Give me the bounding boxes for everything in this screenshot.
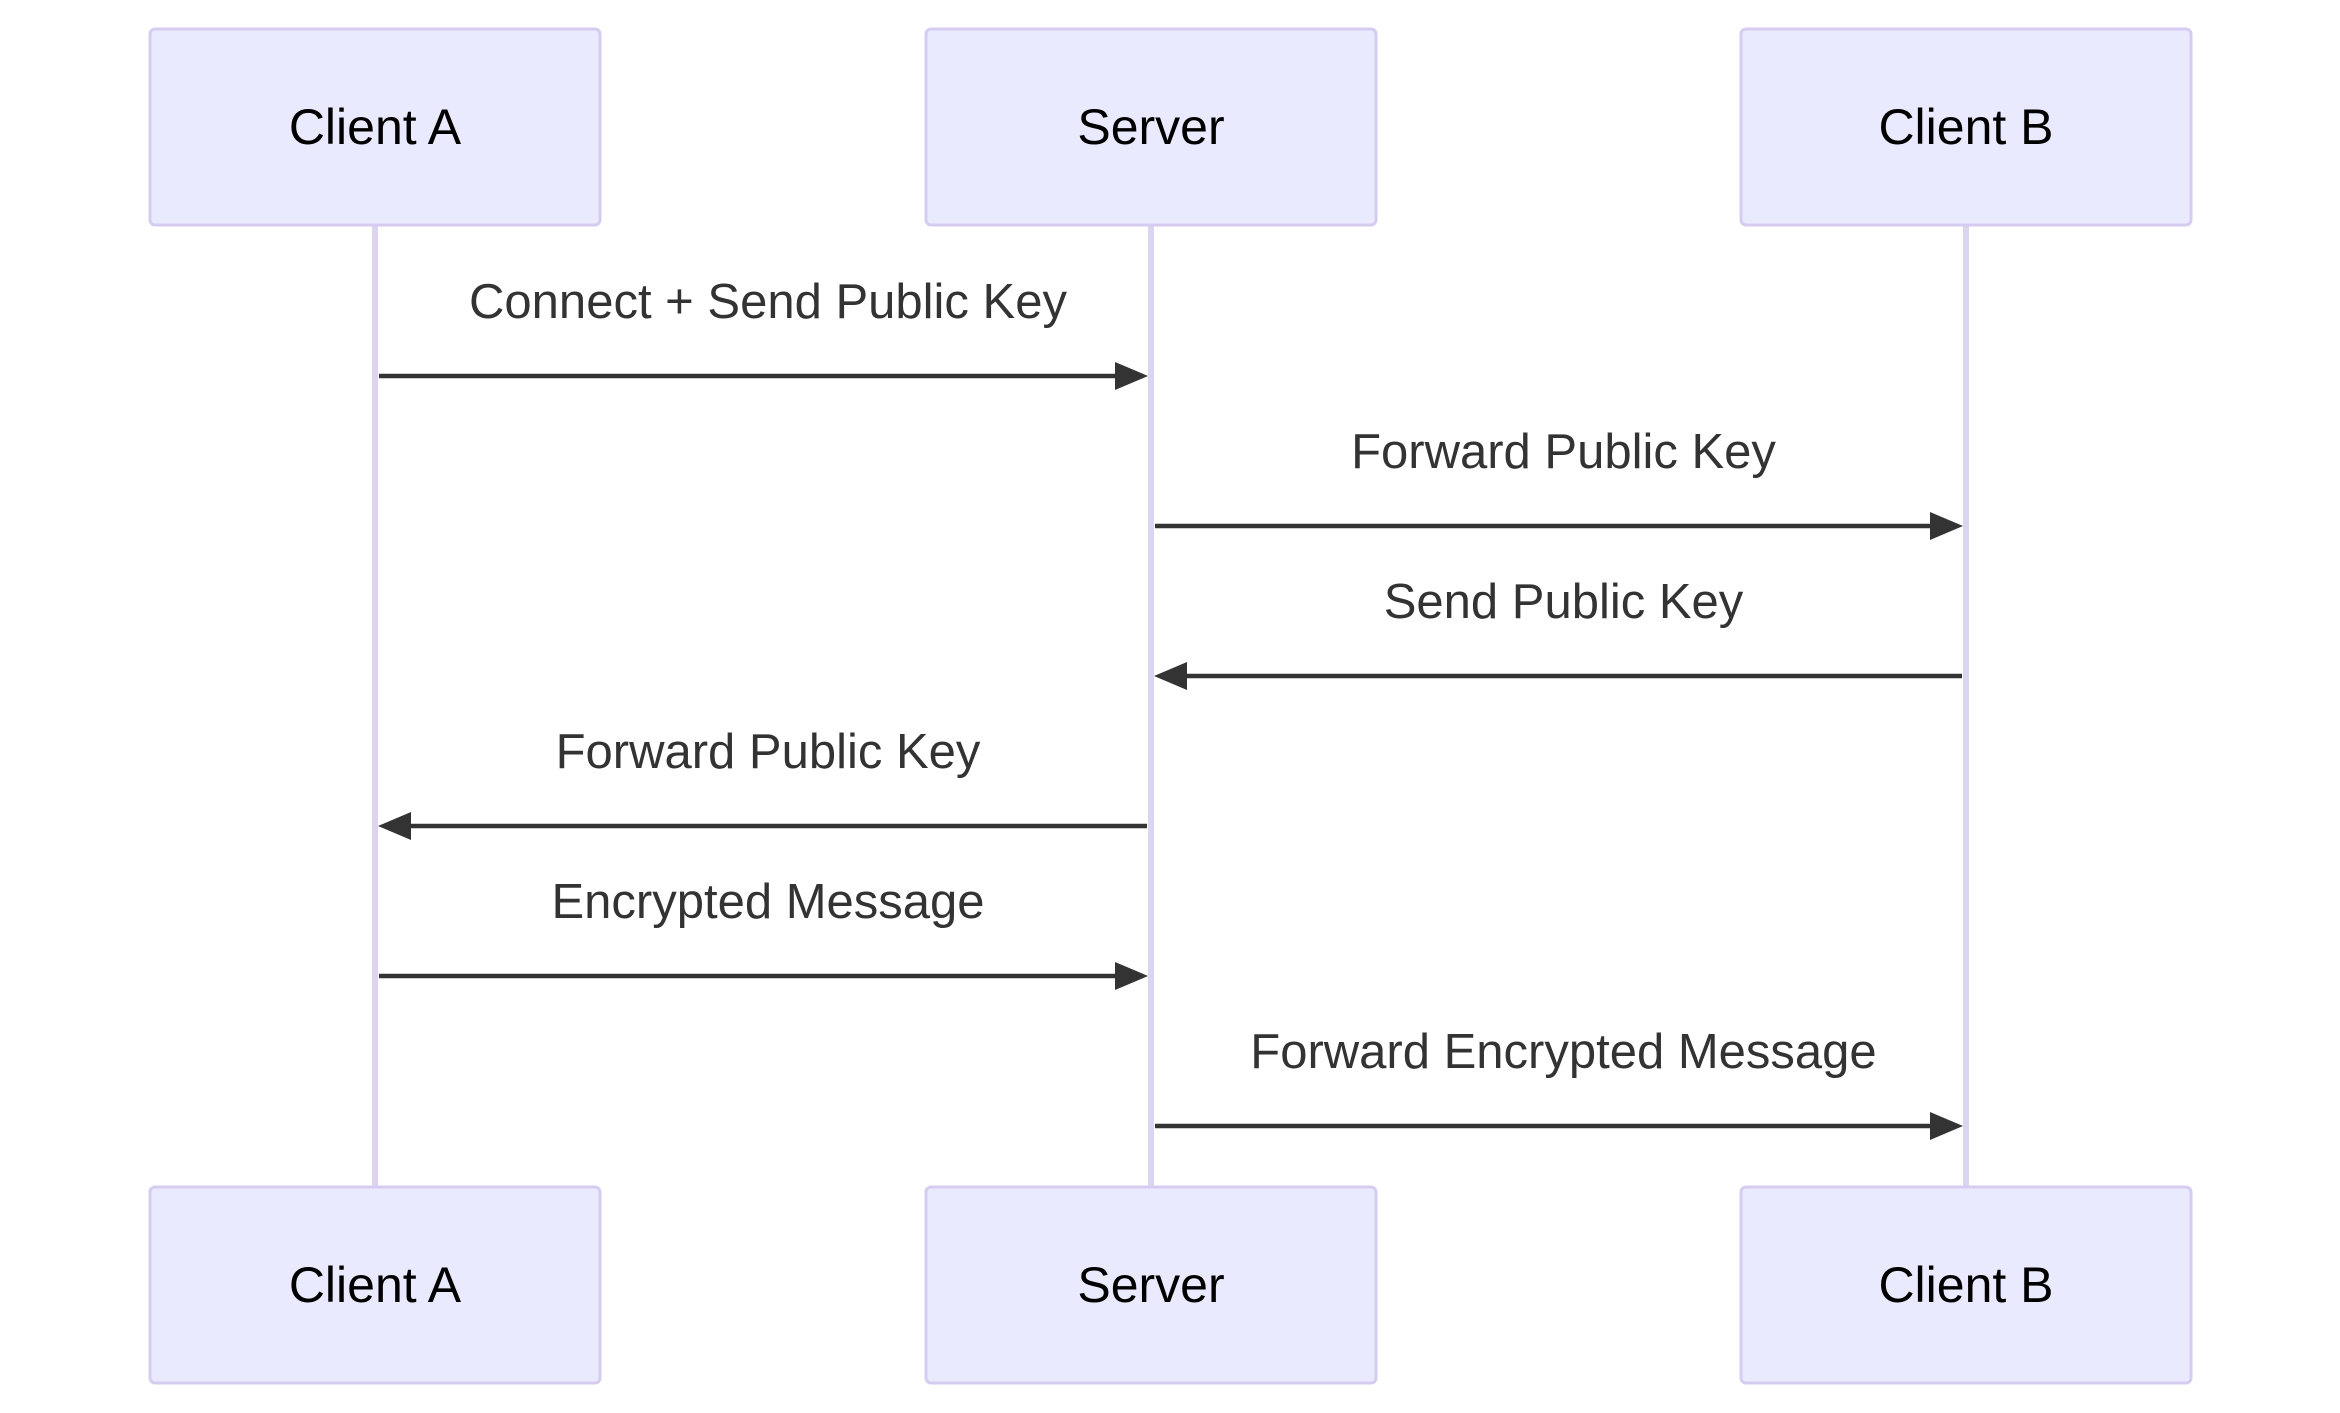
- participant-label: Server: [1077, 99, 1224, 155]
- message-5: Encrypted Message: [379, 875, 1148, 990]
- arrowhead-icon: [1930, 1112, 1963, 1140]
- participant-client-b-top: Client B: [1739, 27, 2193, 227]
- arrowhead-icon: [1115, 362, 1148, 390]
- messages: Connect + Send Public Key Forward Public …: [378, 275, 1963, 1140]
- message-4: Forward Public Key: [378, 725, 1147, 840]
- message-label: Connect + Send Public Key: [469, 275, 1067, 329]
- message-label: Forward Public Key: [1351, 425, 1776, 479]
- participant-server-top: Server: [924, 27, 1378, 227]
- message-1: Connect + Send Public Key: [379, 275, 1148, 390]
- participant-client-a-top: Client A: [148, 27, 602, 227]
- arrowhead-icon: [1154, 662, 1187, 690]
- message-2: Forward Public Key: [1155, 425, 1963, 540]
- message-label: Forward Public Key: [556, 725, 981, 779]
- arrowhead-icon: [378, 812, 411, 840]
- participant-label: Client B: [1878, 99, 2053, 155]
- participant-client-a-bottom: Client A: [148, 1185, 602, 1385]
- participant-label: Client A: [289, 99, 462, 155]
- participant-label: Client B: [1878, 1257, 2053, 1313]
- participant-client-b-bottom: Client B: [1739, 1185, 2193, 1385]
- participant-label: Server: [1077, 1257, 1224, 1313]
- message-label: Forward Encrypted Message: [1250, 1025, 1876, 1079]
- message-3: Send Public Key: [1154, 575, 1962, 690]
- participant-server-bottom: Server: [924, 1185, 1378, 1385]
- sequence-diagram: Client A Client A Server Server Client B Clie…: [148, 27, 2193, 1385]
- arrowhead-icon: [1115, 962, 1148, 990]
- message-6: Forward Encrypted Message: [1155, 1025, 1963, 1140]
- arrowhead-icon: [1930, 512, 1963, 540]
- participants: Client A Client A Server Server Client B Clie…: [148, 27, 2193, 1385]
- message-label: Encrypted Message: [551, 875, 984, 929]
- message-label: Send Public Key: [1384, 575, 1744, 629]
- participant-label: Client A: [289, 1257, 462, 1313]
